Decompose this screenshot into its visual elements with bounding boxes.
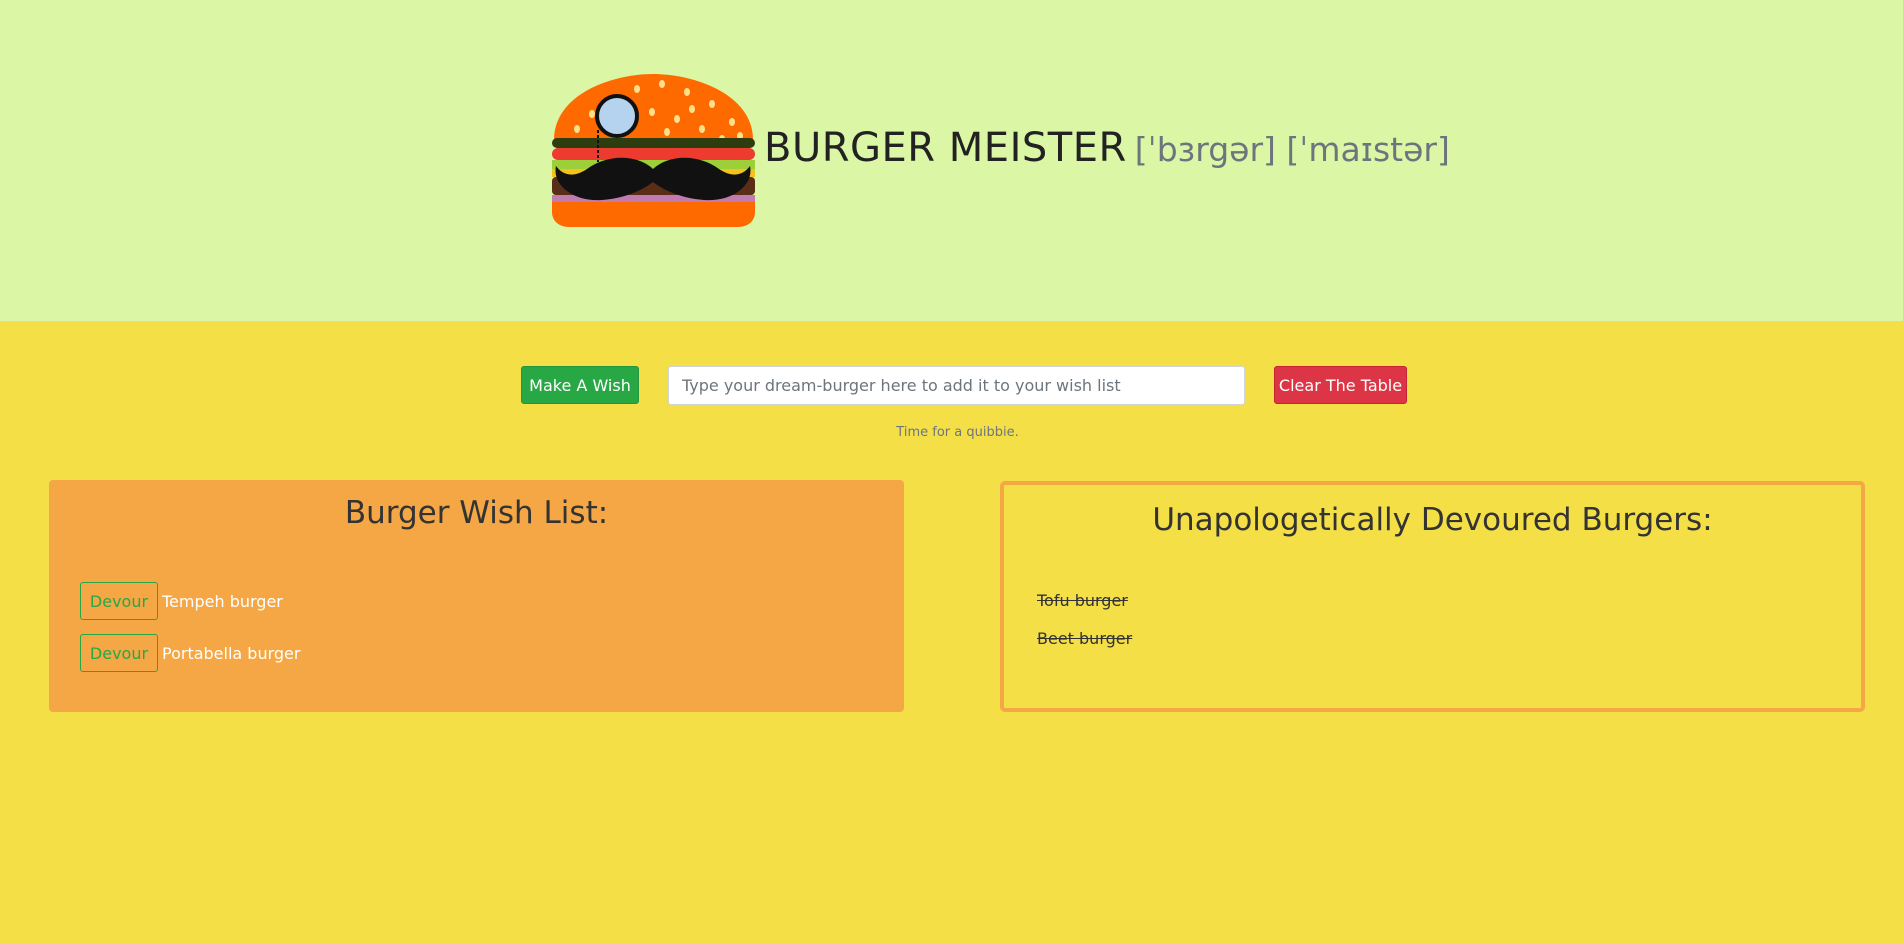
hint-text: Time for a quibbie.	[896, 425, 1019, 440]
wish-list-card: Burger Wish List: Devour Tempeh burger D…	[49, 480, 904, 712]
make-a-wish-button[interactable]: Make A Wish	[521, 366, 639, 404]
header-jumbotron: BURGER MEISTER [ˈbɜrgər] [ˈmaɪstər]	[0, 0, 1903, 321]
burger-name-input[interactable]	[668, 366, 1245, 405]
devoured-item: Beet burger	[1037, 629, 1133, 648]
wish-list-title: Burger Wish List:	[344, 495, 609, 531]
burger-name: Tempeh burger	[162, 591, 283, 611]
clear-table-button[interactable]: Clear The Table	[1274, 366, 1407, 404]
burger-mustache-logo-icon	[552, 74, 755, 227]
phonetic-pronunciation: [ˈbɜrgər] [ˈmaɪstər]	[1134, 130, 1450, 169]
brand-name: BURGER MEISTER	[764, 125, 1127, 171]
devoured-burgers-card: Unapologetically Devoured Burgers: Tofu …	[1000, 481, 1865, 712]
wish-list-item: Devour Tempeh burger	[80, 582, 283, 620]
wish-list-item: Devour Portabella burger	[80, 634, 300, 672]
devoured-title: Unapologetically Devoured Burgers:	[1152, 502, 1713, 538]
page-title: BURGER MEISTER [ˈbɜrgər] [ˈmaɪstər]	[764, 120, 1450, 178]
burger-name: Portabella burger	[162, 643, 301, 663]
devour-button[interactable]: Devour	[80, 582, 158, 620]
devoured-item: Tofu burger	[1037, 591, 1128, 610]
devour-button[interactable]: Devour	[80, 634, 158, 672]
